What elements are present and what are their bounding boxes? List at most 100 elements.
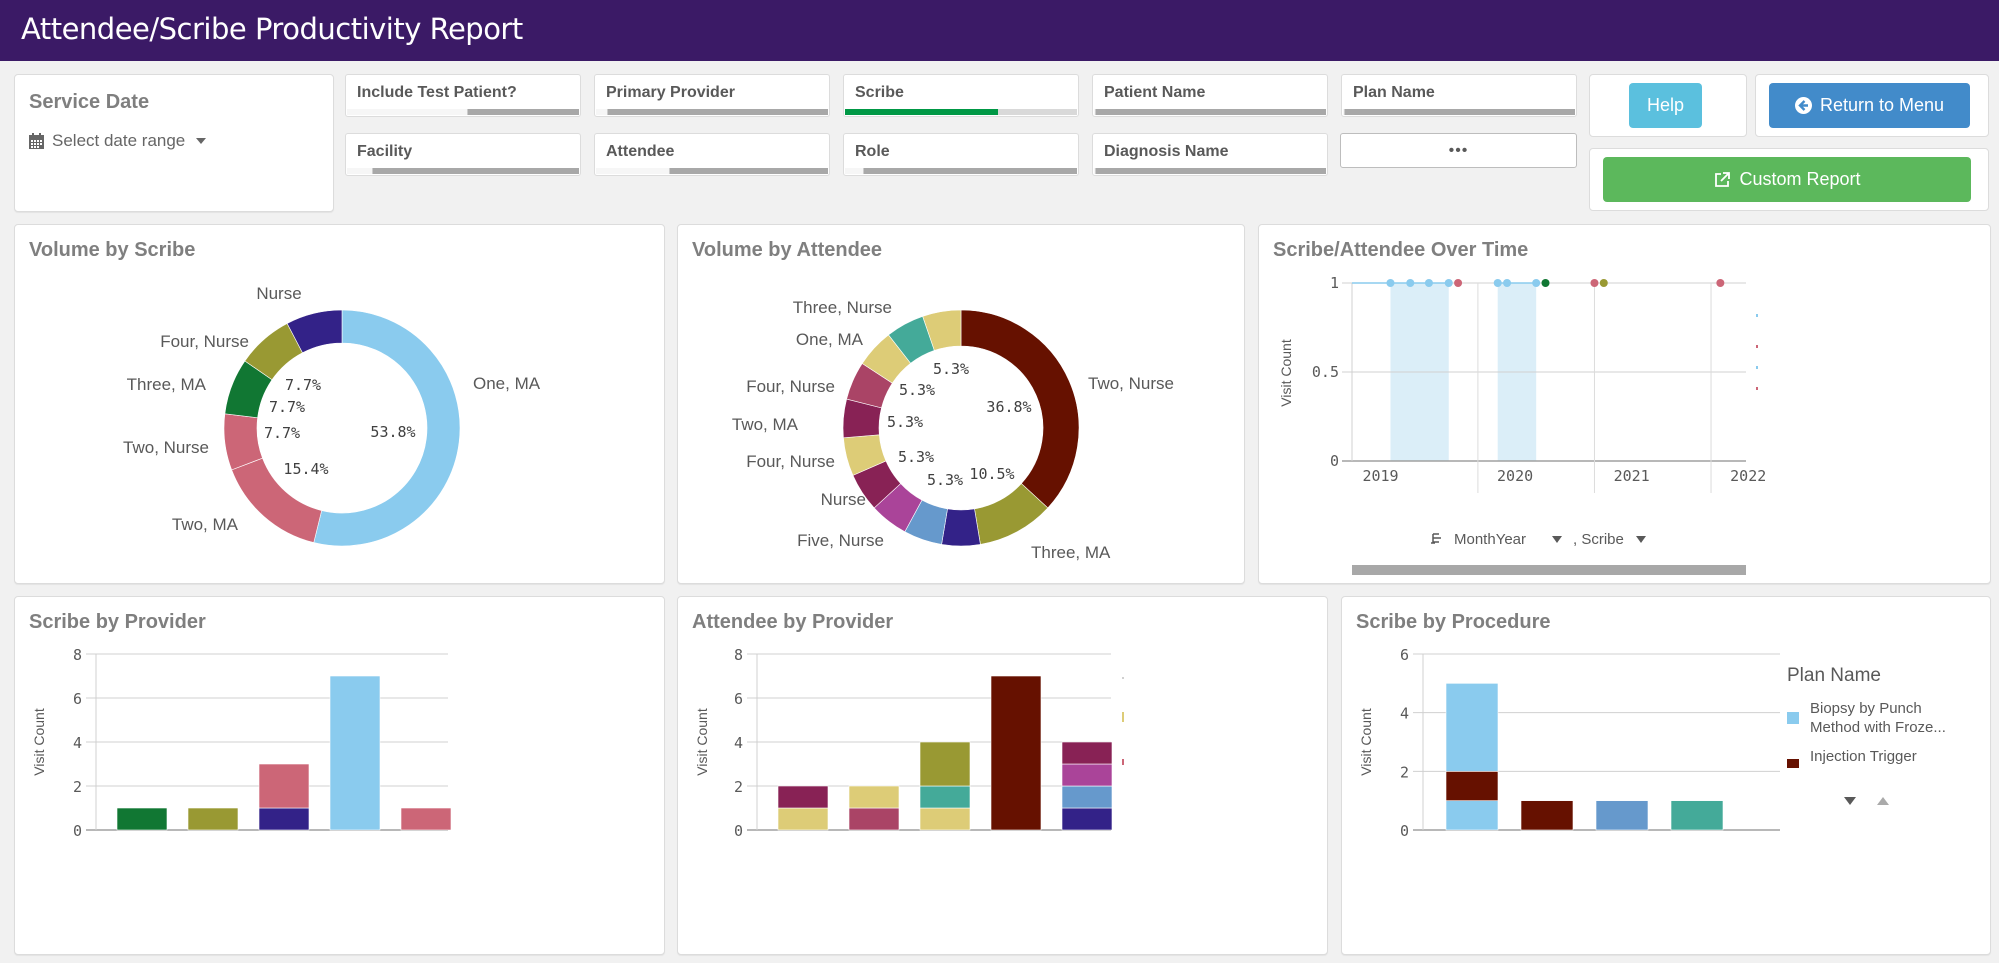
filter-facility[interactable]: Facility	[345, 133, 581, 176]
slice-percent-label: 5.3%	[899, 381, 935, 399]
y-tick-label: 0	[1330, 452, 1339, 470]
bar-segment[interactable]	[400, 807, 452, 831]
filter-scribe[interactable]: Scribe	[843, 74, 1079, 117]
return-to-menu-label: Return to Menu	[1819, 95, 1945, 115]
bar-segment[interactable]	[258, 763, 310, 809]
bar-segment[interactable]	[919, 807, 971, 831]
dropdown-triangle-icon	[1636, 536, 1646, 543]
service-date-panel: Service Date Select date range	[14, 74, 334, 212]
bar-segment[interactable]	[1670, 800, 1724, 831]
y-tick-label: 0	[734, 822, 743, 840]
slice-percent-label: 5.3%	[927, 471, 963, 489]
bar-segment[interactable]	[1445, 771, 1499, 801]
filter-label: Primary Provider	[606, 84, 735, 101]
legend-fragment	[1756, 345, 1758, 348]
custom-report-button[interactable]: Custom Report	[1603, 157, 1971, 202]
filter-patient-name[interactable]: Patient Name	[1092, 74, 1328, 117]
filter-plan-name[interactable]: Plan Name	[1341, 74, 1577, 117]
selection-state-bar	[347, 168, 579, 174]
bar-segment[interactable]	[116, 807, 168, 831]
data-point	[1406, 279, 1415, 287]
filter-diagnosis-name[interactable]: Diagnosis Name	[1092, 133, 1328, 176]
help-button-container: Help	[1589, 74, 1747, 137]
y-tick-label: 2	[1400, 763, 1409, 781]
y-axis-label: Visit Count	[1278, 339, 1294, 407]
x-tick-label: 2020	[1497, 467, 1533, 485]
data-point	[1444, 279, 1453, 287]
bar-segment[interactable]	[919, 785, 971, 809]
data-point	[1454, 279, 1463, 287]
bar-segment[interactable]	[187, 807, 239, 831]
filter-primary-provider[interactable]: Primary Provider	[594, 74, 830, 117]
caret-down-icon	[196, 138, 207, 144]
help-button[interactable]: Help	[1629, 83, 1702, 128]
scribe-by-provider-chart[interactable]: 8 6 4 2 0 Visit Count	[15, 597, 666, 956]
attendee-by-provider-chart[interactable]: 8 6 4 2 0 Visit Count	[678, 597, 1329, 956]
y-tick-label: 8	[73, 646, 82, 664]
y-axis-label: Visit Count	[694, 708, 710, 776]
data-point	[1386, 279, 1395, 287]
volume-by-attendee-chart[interactable]: Two, Nurse Three, MA Five, Nurse Nurse Four,…	[678, 225, 1246, 585]
y-tick-label: 4	[734, 734, 743, 752]
bar-segment[interactable]	[1520, 800, 1574, 831]
more-filters-button[interactable]: •••	[1340, 133, 1577, 168]
bar-segment[interactable]	[1061, 763, 1113, 787]
slice-percent-label: 7.7%	[269, 398, 305, 416]
bar-segment[interactable]	[1061, 741, 1113, 765]
legend-swatch	[1787, 759, 1799, 768]
filter-label: Role	[855, 143, 890, 160]
bar-segment[interactable]	[329, 675, 381, 831]
bar-segment[interactable]	[1445, 800, 1499, 831]
date-range-picker[interactable]: Select date range	[29, 131, 207, 151]
dropdown-triangle-icon	[1552, 536, 1562, 543]
slice-percent-label: 7.7%	[264, 424, 300, 442]
slice-label: Three, Nurse	[793, 298, 892, 317]
bar-segment[interactable]	[848, 807, 900, 831]
filter-include-test-patient[interactable]: Include Test Patient?	[345, 74, 581, 117]
over-time-chart[interactable]: 2019 2020 2021 2022 1 0.5 0 Visit Count MonthYea…	[1259, 225, 1992, 585]
legend-item-label: Method with Froze...	[1810, 719, 1946, 736]
return-to-menu-button[interactable]: Return to Menu	[1769, 83, 1970, 128]
custom-report-label: Custom Report	[1739, 169, 1861, 189]
data-point	[1541, 279, 1550, 287]
bar-segment[interactable]	[919, 741, 971, 787]
x-tick-label: 2021	[1614, 467, 1650, 485]
bar-segment[interactable]	[1445, 683, 1499, 772]
filter-role[interactable]: Role	[843, 133, 1079, 176]
bar-segment[interactable]	[258, 807, 310, 831]
legend-fragment	[1122, 759, 1124, 765]
custom-report-container: Custom Report	[1589, 148, 1989, 211]
y-tick-label: 6	[734, 690, 743, 708]
volume-by-scribe-chart[interactable]: One, MA Two, MA Two, Nurse Three, MA Four, N…	[15, 225, 666, 585]
bar-segment[interactable]	[777, 785, 829, 809]
bar-segment[interactable]	[990, 675, 1042, 831]
scribe-by-procedure-chart[interactable]: 6 4 2 0 Visit Count Plan Name Biopsy by Punch M…	[1342, 597, 1992, 956]
legend-scroll-down-icon[interactable]	[1844, 797, 1856, 805]
legend-scroll-up-icon[interactable]	[1877, 797, 1889, 805]
calendar-icon	[29, 133, 44, 149]
slice-percent-label: 53.8%	[370, 423, 415, 441]
y-tick-label: 6	[1400, 646, 1409, 664]
bar-segment[interactable]	[1595, 800, 1649, 831]
scribe-by-provider-panel: Scribe by Provider 8 6 4 2 0 Visit Count	[14, 596, 665, 955]
horizontal-scrollbar[interactable]	[1352, 565, 1746, 575]
arrow-circle-left-icon	[1794, 97, 1812, 114]
filter-label: Scribe	[855, 84, 904, 101]
data-point	[1424, 279, 1433, 287]
data-point	[1599, 279, 1608, 287]
page-title: Attendee/Scribe Productivity Report	[21, 12, 523, 46]
bar-segment[interactable]	[1061, 785, 1113, 809]
filter-label: Include Test Patient?	[357, 84, 517, 101]
filter-attendee[interactable]: Attendee	[594, 133, 830, 176]
bar-segment[interactable]	[1061, 807, 1113, 831]
legend-fragment	[1122, 712, 1124, 722]
slice-percent-label: 5.3%	[933, 360, 969, 378]
slice-label: Four, Nurse	[746, 452, 835, 471]
bar-segment[interactable]	[848, 785, 900, 809]
filter-label: Diagnosis Name	[1104, 143, 1229, 160]
bar-segment[interactable]	[777, 807, 829, 831]
y-axis-label: Visit Count	[1358, 708, 1374, 776]
y-axis-label: Visit Count	[31, 708, 47, 776]
scribe-by-procedure-panel: Scribe by Procedure 6 4 2 0 Visit Count Plan …	[1341, 596, 1991, 955]
y-tick-label: 8	[734, 646, 743, 664]
